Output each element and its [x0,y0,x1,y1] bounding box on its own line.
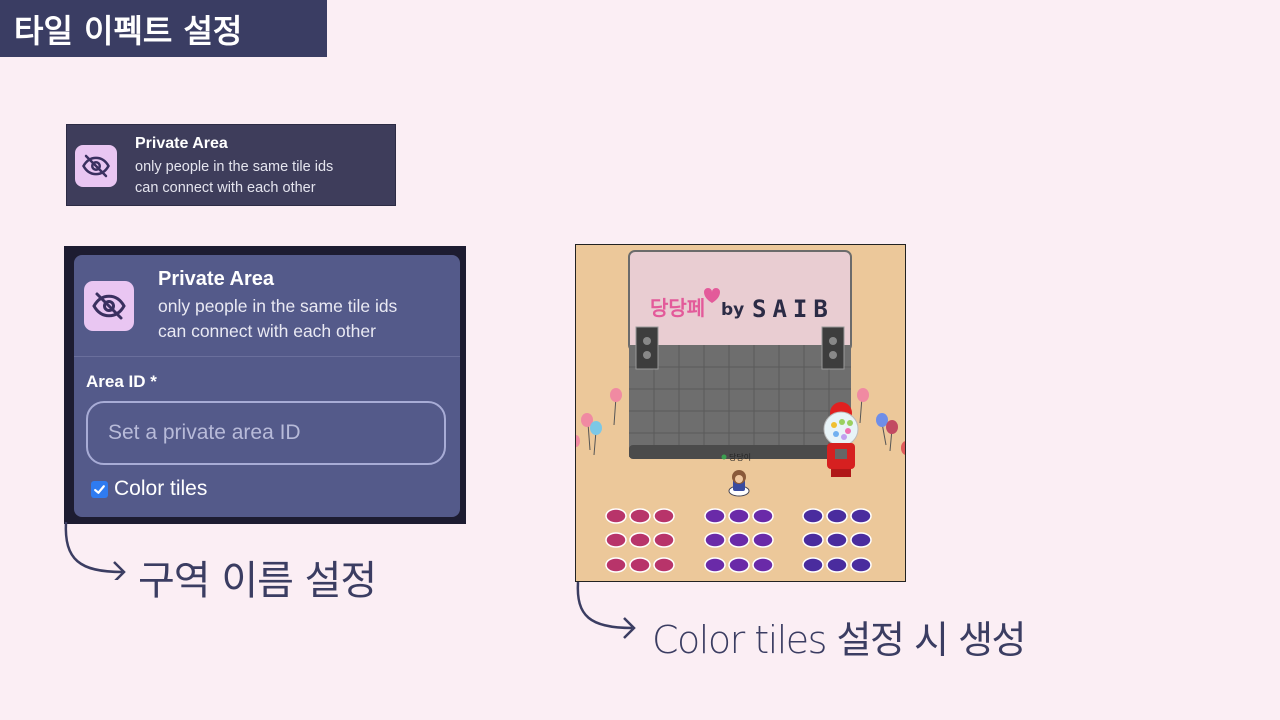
color-tiles-group-1 [605,508,675,573]
tooltip-desc-line-1: only people in the same tile ids [135,159,334,175]
page-title: 타일 이펙트 설정 [0,0,327,57]
area-id-input[interactable] [86,401,446,465]
caption-color-tiles: Color tiles 설정 시 생성 [652,618,1027,662]
panel-description: only people in the same tile ids can con… [158,294,458,344]
svg-text:SAIB: SAIB [752,295,834,323]
area-id-label: Area ID * [86,372,157,391]
divider [74,356,460,357]
curved-arrow-icon [64,521,126,580]
color-tiles-label: Color tiles [114,477,208,500]
svg-text:당당페: 당당페 [650,296,705,320]
color-tiles-option[interactable]: Color tiles [91,477,207,501]
tooltip-title: Private Area [135,135,228,152]
color-tiles-group-3 [802,508,872,573]
panel-title: Private Area [158,268,274,290]
private-area-panel: Private Area only people in the same til… [74,255,460,517]
panel-desc-line-2: can connect with each other [158,321,376,341]
game-map: 당당페 by SAIB 당당이 [575,244,906,582]
caption-area-name: 구역 이름 설정 [138,558,377,604]
eye-off-icon [75,145,117,187]
check-icon [94,484,105,494]
tooltip-desc-line-2: can connect with each other [135,180,316,196]
eye-off-icon [84,281,134,331]
speaker-icon [635,326,659,370]
svg-text:당당이: 당당이 [729,452,751,462]
curved-arrow-icon [576,581,636,639]
color-tiles-checkbox[interactable] [91,480,108,498]
panel-desc-line-1: only people in the same tile ids [158,296,398,316]
svg-text:by: by [721,300,744,320]
tooltip-description: only people in the same tile ids can con… [135,157,390,199]
private-area-tooltip: Private Area only people in the same til… [66,124,396,206]
color-tiles-group-2 [704,508,774,573]
speaker-icon [821,326,845,370]
